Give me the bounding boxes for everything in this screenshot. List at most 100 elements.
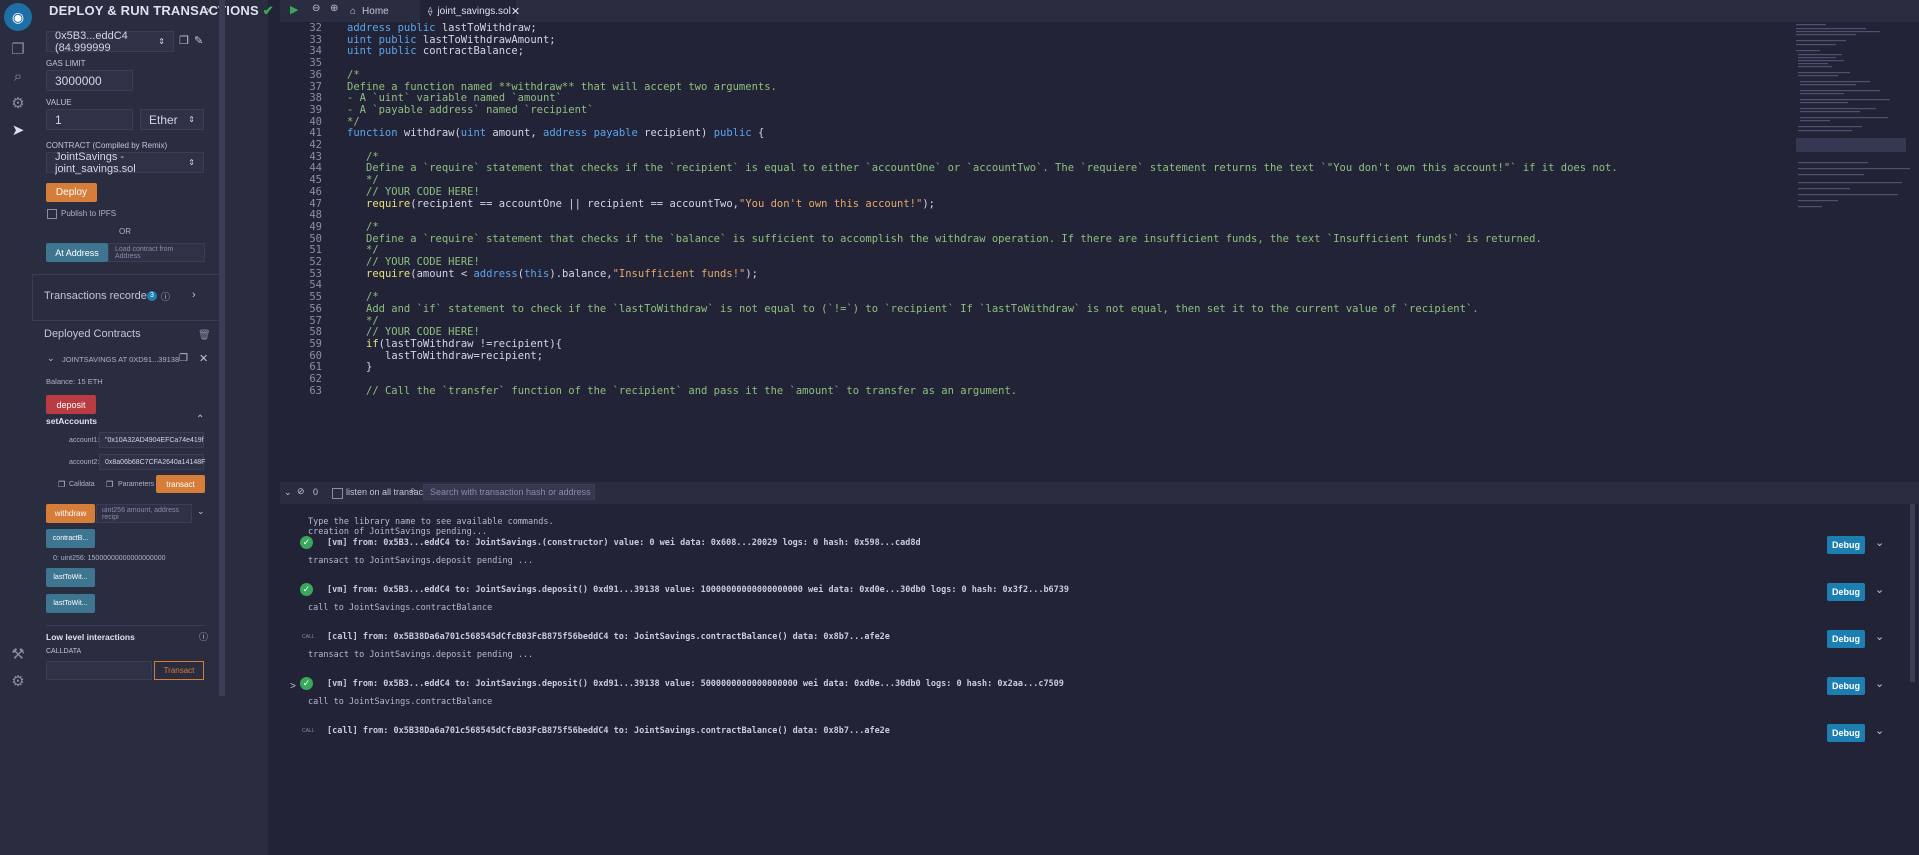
code-editor[interactable]: 32 address public lastToWithdraw; 33 uint p… [280, 22, 1790, 480]
deposit-button[interactable]: deposit [46, 395, 96, 414]
success-check-icon: ✓ [300, 677, 313, 690]
close-tab-icon[interactable]: ✕ [511, 5, 520, 18]
set-accounts-label: setAccounts [46, 416, 98, 426]
file-explorer-icon[interactable]: ❐ [8, 39, 28, 59]
panel-close-chevron-icon[interactable]: › [206, 3, 210, 17]
publish-ipfs-label: Publish to IPFS [61, 209, 117, 218]
calldata-input[interactable] [46, 661, 152, 680]
load-address-input[interactable]: Load contract from Address [108, 243, 205, 262]
line-number: 44 [309, 162, 322, 175]
calldata-copy-icon[interactable]: ❐ [58, 480, 65, 489]
expand-chevron-icon[interactable]: ⌄ [1875, 677, 1884, 690]
listen-checkbox[interactable] [332, 488, 343, 499]
edit-account-icon[interactable]: ✎ [194, 34, 203, 47]
transaction-log[interactable]: [call] from: 0x5B38Da6a701c568545dCfcB03… [327, 632, 890, 642]
transaction-log[interactable]: [call] from: 0x5B38Da6a701c568545dCfcB03… [327, 726, 890, 736]
collapse-terminal-icon[interactable]: ⌄ [284, 487, 292, 498]
tab-joint-savings[interactable]: ⟠ joint_savings.sol ✕ [420, 0, 520, 22]
line-number: 33 [309, 33, 322, 46]
transact-low-level-button[interactable]: Transact [154, 661, 204, 680]
account1-label: account1: [69, 437, 100, 444]
debug-button[interactable]: Debug [1827, 677, 1865, 695]
contract-balance-result: 0: uint256: 15000000000000000000 [53, 555, 166, 562]
contract-balance-button[interactable]: contractB... [46, 529, 95, 548]
account1-input[interactable]: "0x10A32AD4904EFCa74e419f [99, 432, 204, 448]
tab-home[interactable]: ⌂ Home [350, 0, 414, 22]
info-icon[interactable]: ⓘ [199, 630, 208, 643]
code-line: address public lastToWithdraw; [347, 22, 537, 34]
deployed-contracts-title: Deployed Contracts [44, 328, 141, 340]
chevron-right-icon[interactable]: › [192, 289, 196, 301]
last-to-withdraw-button[interactable]: lastToWit... [46, 568, 95, 587]
select-caret-icon: ⇕ [188, 158, 195, 167]
home-icon: ⌂ [350, 5, 357, 17]
code-line: require(amount < address(this).balance,"… [366, 267, 759, 280]
at-address-button[interactable]: At Address [46, 243, 108, 262]
copy-instance-icon[interactable]: ❐ [179, 353, 188, 364]
debug-button[interactable]: Debug [1827, 630, 1865, 648]
calldata-button[interactable]: Calldata [69, 481, 95, 488]
account-select[interactable]: 0x5B3...eddC4 (84.999999 ⇕ [46, 30, 174, 54]
zoom-out-icon[interactable]: ⊖ [312, 3, 320, 14]
deploy-run-icon[interactable]: ➤ [8, 120, 28, 140]
call-badge: CALL [302, 728, 315, 734]
transaction-search-input[interactable]: Search with transaction hash or address [423, 484, 595, 500]
zoom-in-icon[interactable]: ⊕ [330, 3, 338, 14]
gas-limit-label: GAS LIMIT [46, 59, 86, 68]
side-scrollbar[interactable] [219, 0, 225, 696]
expand-chevron-icon[interactable]: ⌄ [1875, 583, 1884, 596]
info-icon[interactable]: ⓘ [161, 290, 170, 303]
expand-chevron-icon[interactable]: ⌄ [1875, 630, 1884, 643]
code-minimap[interactable] [1790, 22, 1919, 480]
settings-gear-icon[interactable]: ⚙ [8, 671, 28, 691]
code-line: */ [366, 174, 379, 187]
transaction-log[interactable]: [vm] from: 0x5B3...eddC4 to: JointSaving… [327, 585, 1069, 595]
line-number: 61 [309, 361, 322, 374]
gas-limit-input[interactable]: 3000000 [46, 70, 133, 91]
value-input[interactable]: 1 [46, 109, 133, 130]
instance-label: JOINTSAVINGS AT 0XD91...39138 [62, 355, 180, 364]
code-line: */ [366, 314, 379, 327]
transaction-log[interactable]: [vm] from: 0x5B3...eddC4 to: JointSaving… [327, 538, 921, 548]
deploy-button[interactable]: Deploy [46, 183, 97, 202]
expand-chevron-icon[interactable]: ⌄ [1875, 724, 1884, 737]
code-line: - A `uint` variable named `amount` [347, 92, 562, 105]
parameters-button[interactable]: Parameters [118, 481, 154, 488]
contract-select[interactable]: JointSavings - joint_savings.sol ⇕ [46, 151, 204, 175]
debug-button[interactable]: Debug [1827, 724, 1865, 742]
remix-logo-icon[interactable]: ◉ [4, 3, 32, 31]
account2-input[interactable]: 0x8a06b68C7CFA2640a14148F [99, 454, 205, 470]
withdraw-params-input[interactable]: uint256 amount, address recipi [96, 504, 192, 523]
last-to-withdraw-amount-button[interactable]: lastToWit... [46, 594, 95, 613]
transaction-log[interactable]: [vm] from: 0x5B3...eddC4 to: JointSaving… [327, 679, 1064, 689]
line-number: 40 [309, 115, 322, 128]
code-line: // YOUR CODE HERE! [366, 326, 480, 339]
line-number: 47 [309, 197, 322, 210]
debug-button[interactable]: Debug [1827, 583, 1865, 601]
publish-ipfs-checkbox[interactable] [47, 209, 57, 219]
expand-chevron-icon[interactable]: ⌄ [1875, 536, 1884, 549]
code-line: /* [366, 220, 379, 233]
withdraw-button[interactable]: withdraw [46, 504, 95, 523]
search-icon[interactable]: ⌕ [8, 66, 28, 86]
solidity-compiler-icon[interactable]: ⚙ [8, 93, 28, 113]
line-number: 59 [309, 337, 322, 350]
line-number: 32 [309, 22, 322, 34]
terminal-scrollbar[interactable] [1910, 504, 1915, 682]
parameters-copy-icon[interactable]: ❐ [106, 480, 113, 489]
terminal-prompt[interactable]: > [290, 681, 296, 692]
value-unit-select[interactable]: Ether ⇕ [140, 109, 204, 130]
minimap-lines [1796, 24, 1910, 208]
clear-terminal-icon[interactable]: ⊘ [297, 486, 305, 497]
transact-button[interactable]: transact [156, 475, 205, 493]
withdraw-expand-icon[interactable]: ⌄ [197, 506, 205, 517]
plugin-manager-icon[interactable]: ⚒ [8, 644, 28, 664]
run-icon[interactable]: ▶ [290, 3, 298, 16]
close-instance-icon[interactable]: ✕ [199, 352, 208, 365]
debug-button[interactable]: Debug [1827, 536, 1865, 554]
instance-chevron-down-icon[interactable]: ⌄ [47, 353, 55, 364]
trash-icon[interactable]: 🗑 [198, 330, 211, 341]
copy-account-icon[interactable]: ❐ [179, 34, 189, 47]
line-number: 46 [309, 185, 322, 198]
collapse-chevron-up-icon[interactable]: ⌃ [196, 414, 204, 425]
